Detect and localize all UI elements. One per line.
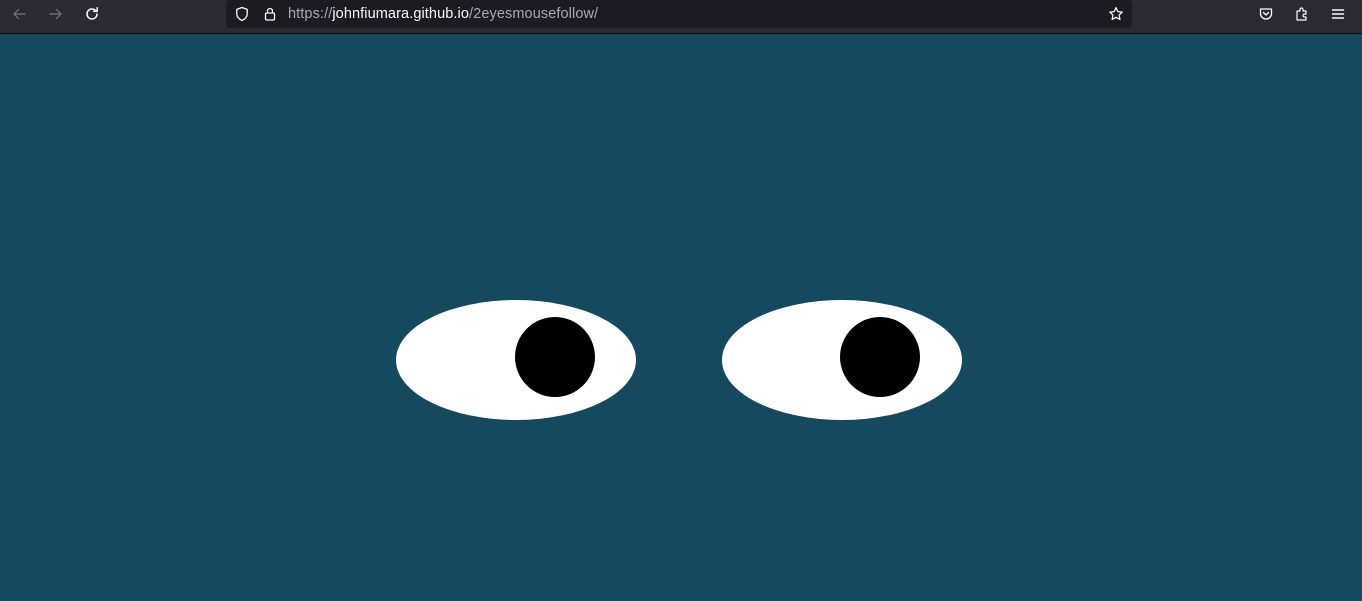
left-eye xyxy=(396,300,636,420)
back-button[interactable] xyxy=(5,2,33,26)
forward-arrow-icon xyxy=(49,8,62,20)
url-scheme: https:// xyxy=(288,6,333,22)
pocket-button[interactable] xyxy=(1252,2,1280,26)
lock-icon[interactable] xyxy=(261,5,279,23)
right-eye xyxy=(722,300,962,420)
extensions-button[interactable] xyxy=(1288,2,1316,26)
menu-icon xyxy=(1331,9,1345,19)
menu-button[interactable] xyxy=(1324,2,1352,26)
star-icon[interactable] xyxy=(1107,5,1125,23)
url-bar[interactable]: https://johnfiumara.github.io/2eyesmouse… xyxy=(226,0,1132,28)
browser-toolbar: https://johnfiumara.github.io/2eyesmouse… xyxy=(0,0,1362,34)
reload-button[interactable] xyxy=(78,2,106,26)
url-host: johnfiumara.github.io xyxy=(332,6,470,22)
forward-button[interactable] xyxy=(42,2,70,26)
pocket-icon xyxy=(1259,8,1273,20)
url-path: /2eyesmousefollow/ xyxy=(469,6,599,22)
right-pupil xyxy=(840,317,920,397)
reload-icon xyxy=(86,7,98,20)
url-text[interactable]: https://johnfiumara.github.io/2eyesmouse… xyxy=(288,6,598,22)
back-arrow-icon xyxy=(13,8,26,20)
extensions-icon xyxy=(1296,7,1307,21)
shield-icon[interactable] xyxy=(233,5,251,23)
left-pupil xyxy=(515,317,595,397)
page-content xyxy=(0,34,1362,601)
